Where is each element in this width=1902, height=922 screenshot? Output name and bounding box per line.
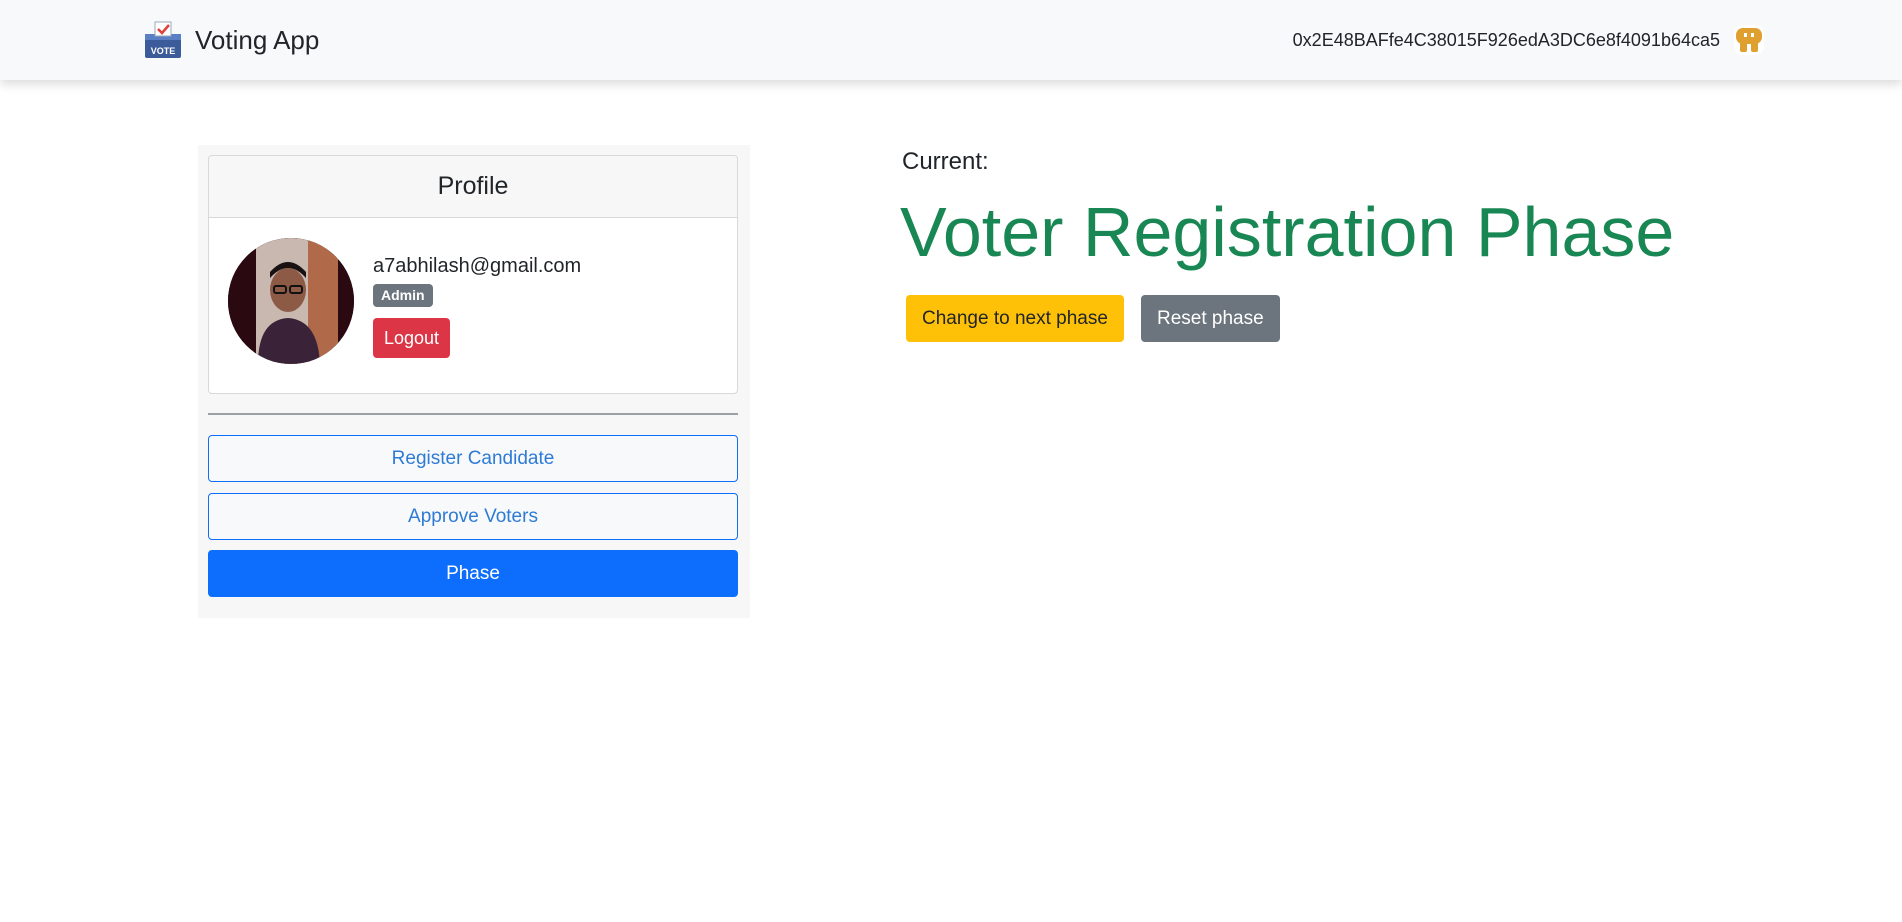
svg-text:VOTE: VOTE — [151, 46, 176, 56]
identicon-avatar-icon[interactable] — [1734, 25, 1764, 55]
sidebar: Profile a7abhilash@gmail.com Admin Logou… — [198, 145, 750, 618]
brand[interactable]: VOTE Voting App — [143, 20, 319, 60]
ballot-box-vote-icon: VOTE — [145, 21, 181, 58]
current-label: Current: — [902, 148, 989, 175]
sidebar-divider — [208, 413, 738, 415]
phase-button[interactable]: Phase — [208, 550, 738, 597]
reset-phase-button[interactable]: Reset phase — [1141, 295, 1280, 342]
profile-photo — [228, 238, 354, 364]
profile-card: Profile a7abhilash@gmail.com Admin Logou… — [208, 155, 738, 394]
profile-header: Profile — [209, 156, 737, 218]
current-phase-title: Voter Registration Phase — [900, 193, 1675, 271]
logout-button[interactable]: Logout — [373, 318, 451, 358]
next-phase-button[interactable]: Change to next phase — [906, 295, 1124, 342]
approve-voters-button[interactable]: Approve Voters — [208, 493, 738, 540]
account-address: 0x2E48BAFfe4C38015F926edA3DC6e8f4091b64c… — [1292, 29, 1720, 50]
brand-title: Voting App — [195, 24, 320, 55]
top-navbar: VOTE Voting App 0x2E48BAFfe4C38015F926ed… — [0, 0, 1902, 80]
profile-email: a7abhilash@gmail.com — [373, 255, 582, 277]
role-badge: Admin — [373, 284, 433, 307]
avatar — [228, 238, 354, 364]
register-candidate-button[interactable]: Register Candidate — [208, 435, 738, 482]
account-info: 0x2E48BAFfe4C38015F926edA3DC6e8f4091b64c… — [1293, 23, 1764, 57]
